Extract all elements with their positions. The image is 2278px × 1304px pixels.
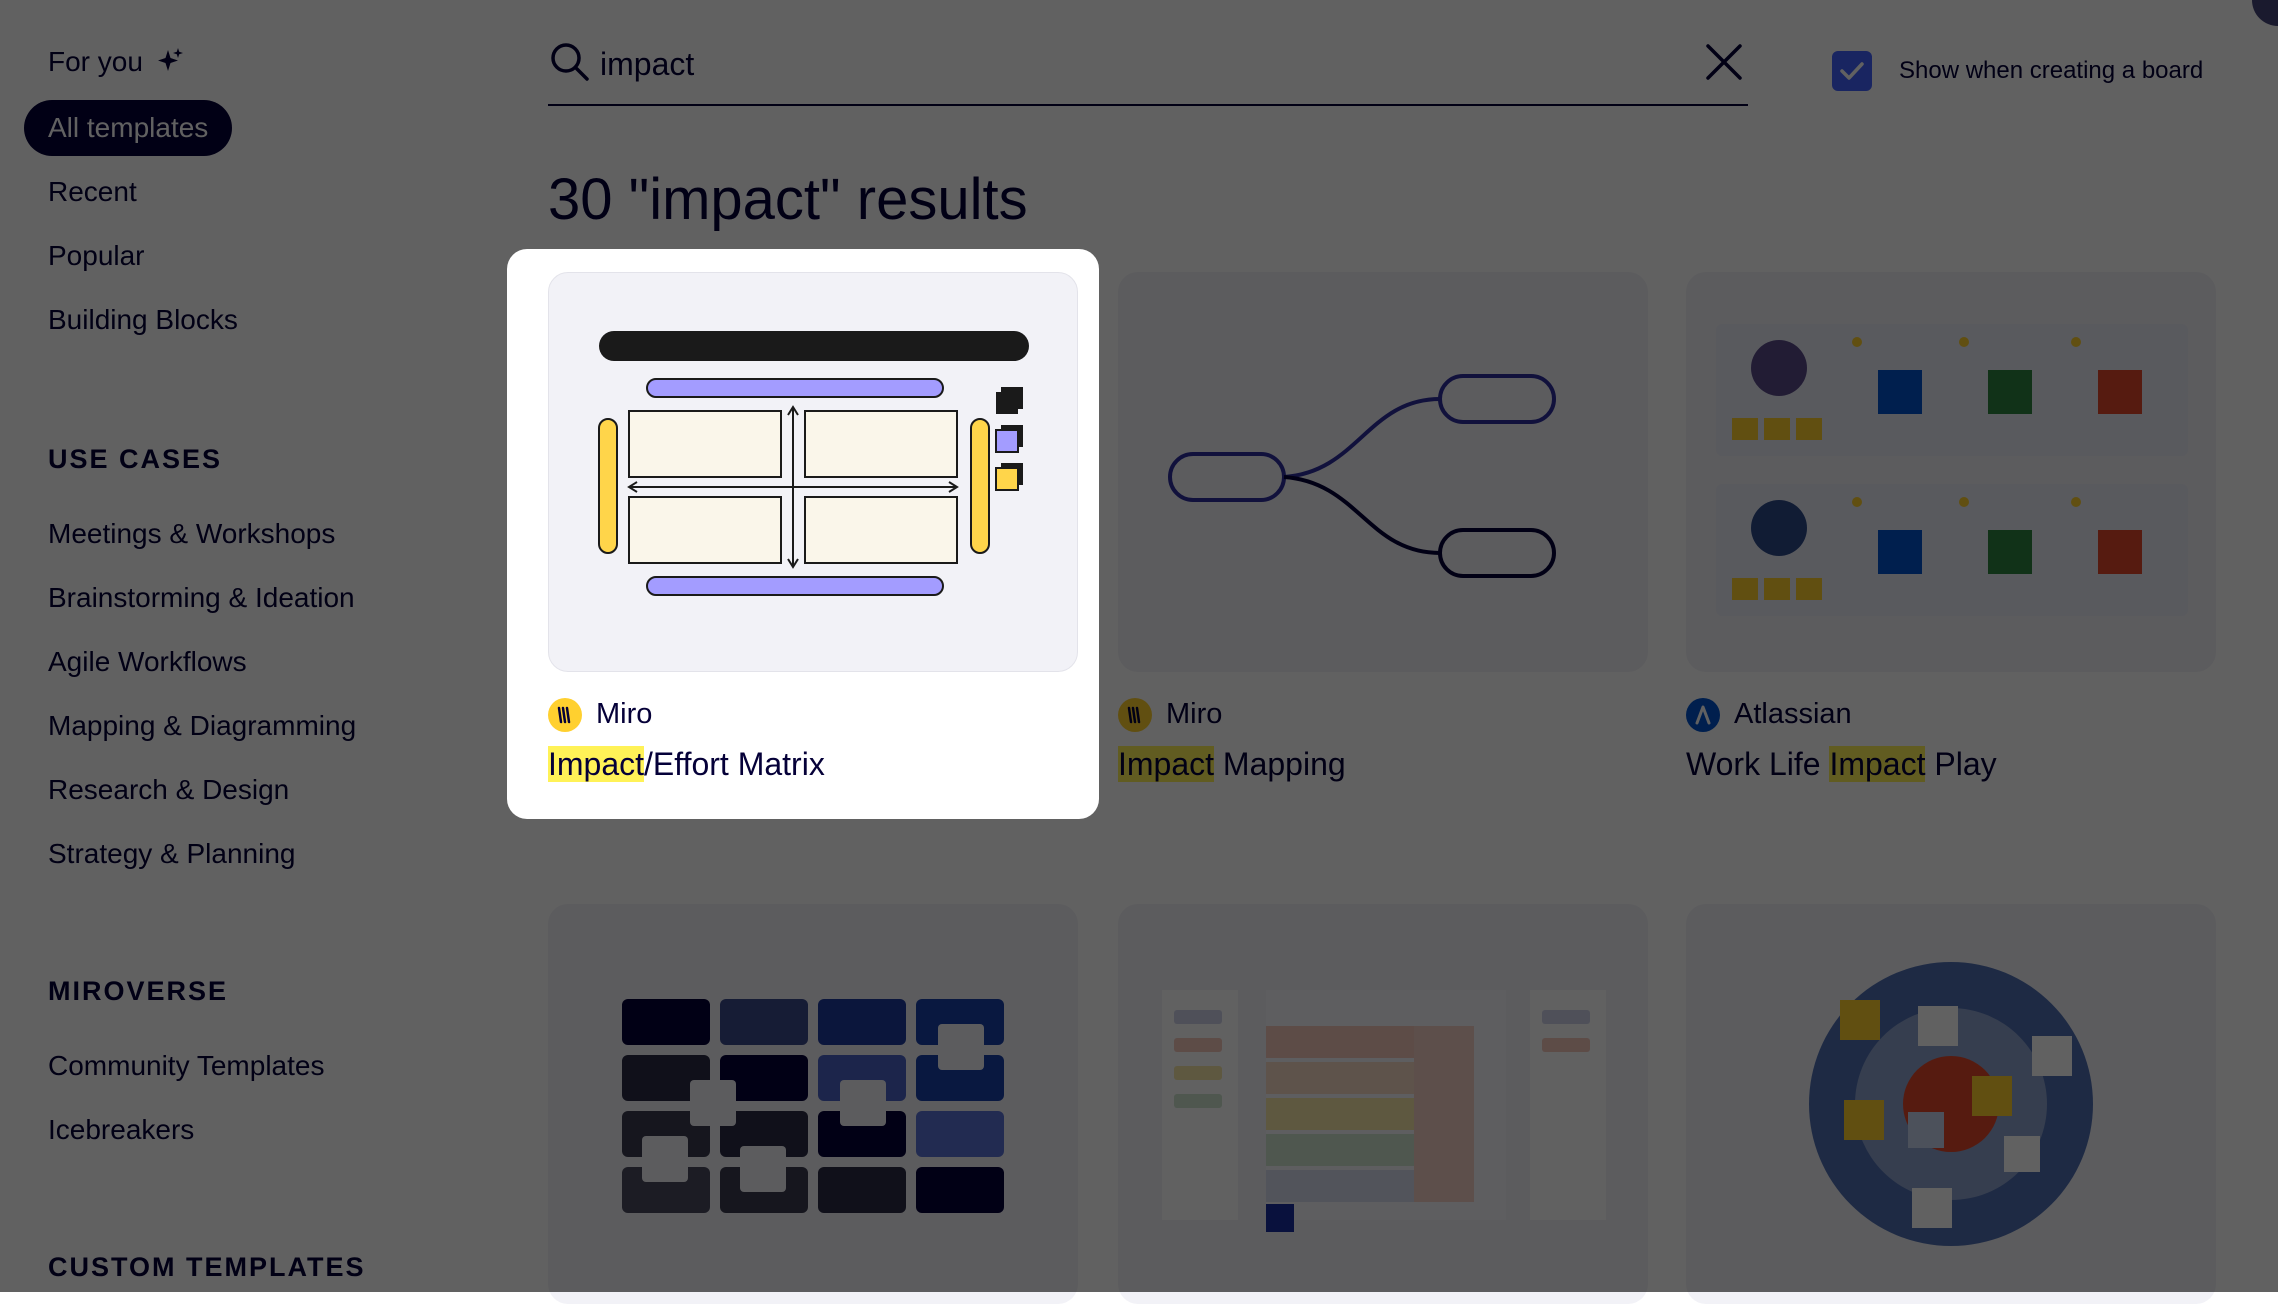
template-card-row2-2[interactable] <box>1118 904 1648 1304</box>
template-thumbnail <box>1118 904 1648 1304</box>
sidebar-item-label: For you <box>48 46 143 77</box>
template-card-content: Miro Impact/Effort Matrix <box>548 272 1078 792</box>
template-title: Work Life Impact Play <box>1686 746 1997 783</box>
sidebar-item-recent[interactable]: Recent <box>48 176 137 208</box>
template-title: Impact Mapping <box>1118 746 1346 783</box>
template-card-row2-1[interactable] <box>548 904 1078 1304</box>
author-name: Miro <box>1166 698 1223 730</box>
title-suffix: /Effort Matrix <box>644 746 825 782</box>
matrix-illustration <box>598 331 1029 596</box>
template-title: Impact/Effort Matrix <box>548 746 825 783</box>
sidebar-item-all-templates[interactable]: All templates <box>24 100 233 156</box>
template-thumbnail <box>1686 904 2216 1304</box>
sidebar-item-icebreakers[interactable]: Icebreakers <box>48 1114 194 1146</box>
sidebar-item-for-you[interactable]: For you <box>48 46 185 78</box>
sidebar-item-research[interactable]: Research & Design <box>48 774 289 806</box>
results-title: 30 "impact" results <box>548 167 1028 232</box>
grid-blocks-illustration <box>622 999 1004 1213</box>
title-suffix: Mapping <box>1214 746 1346 782</box>
kanban-grid-illustration <box>1162 990 1606 1232</box>
search-bar <box>548 32 1748 106</box>
clear-search-icon[interactable] <box>1704 42 1744 82</box>
sidebar-item-agile[interactable]: Agile Workflows <box>48 646 247 678</box>
sidebar-item-building-blocks[interactable]: Building Blocks <box>48 304 238 336</box>
miro-logo-icon <box>1118 698 1152 732</box>
sidebar-item-strategy[interactable]: Strategy & Planning <box>48 838 296 870</box>
play-board-illustration <box>1716 324 2188 616</box>
show-when-creating-checkbox[interactable] <box>1832 51 1872 91</box>
template-card-work-life-impact-play[interactable]: Atlassian Work Life Impact Play <box>1686 272 2216 792</box>
atlassian-logo-icon <box>1686 698 1720 732</box>
target-circle-illustration <box>1809 962 2093 1246</box>
corner-close-button[interactable] <box>2252 0 2278 26</box>
miroverse-heading: MIROVERSE <box>48 976 229 1006</box>
template-card-row2-3[interactable] <box>1686 904 2216 1304</box>
sidebar-item-mapping[interactable]: Mapping & Diagramming <box>48 710 356 742</box>
sidebar-item-popular[interactable]: Popular <box>48 240 145 272</box>
sparkle-icon <box>157 48 183 71</box>
sidebar-item-brainstorming[interactable]: Brainstorming & Ideation <box>48 582 355 614</box>
template-card-impact-mapping[interactable]: Miro Impact Mapping <box>1118 272 1648 792</box>
template-card-impact-effort-matrix[interactable]: Miro Impact/Effort Matrix <box>507 249 1099 819</box>
title-prefix: Work Life <box>1686 746 1830 782</box>
template-thumbnail <box>548 904 1078 1304</box>
miro-logo-icon <box>548 698 582 732</box>
custom-templates-heading: CUSTOM TEMPLATES <box>48 1252 366 1282</box>
use-cases-heading: USE CASES <box>48 444 223 474</box>
title-highlight: Impact <box>1118 746 1215 782</box>
search-input[interactable] <box>600 40 1640 88</box>
check-icon <box>1840 62 1864 80</box>
template-thumbnail <box>548 272 1078 672</box>
mind-map-illustration <box>1168 374 1556 578</box>
sidebar-item-community[interactable]: Community Templates <box>48 1050 324 1082</box>
template-thumbnail <box>1118 272 1648 672</box>
sidebar-item-meetings[interactable]: Meetings & Workshops <box>48 518 335 550</box>
template-thumbnail <box>1686 272 2216 672</box>
author-name: Atlassian <box>1734 698 1852 730</box>
author-name: Miro <box>596 698 653 730</box>
search-icon <box>551 43 589 81</box>
title-highlight: Impact <box>1829 746 1926 782</box>
title-suffix: Play <box>1925 746 1997 782</box>
show-when-creating-label: Show when creating a board <box>1899 57 2204 84</box>
sidebar: For you All templates Recent Popular Bui… <box>0 0 500 1292</box>
title-highlight: Impact <box>548 746 645 782</box>
